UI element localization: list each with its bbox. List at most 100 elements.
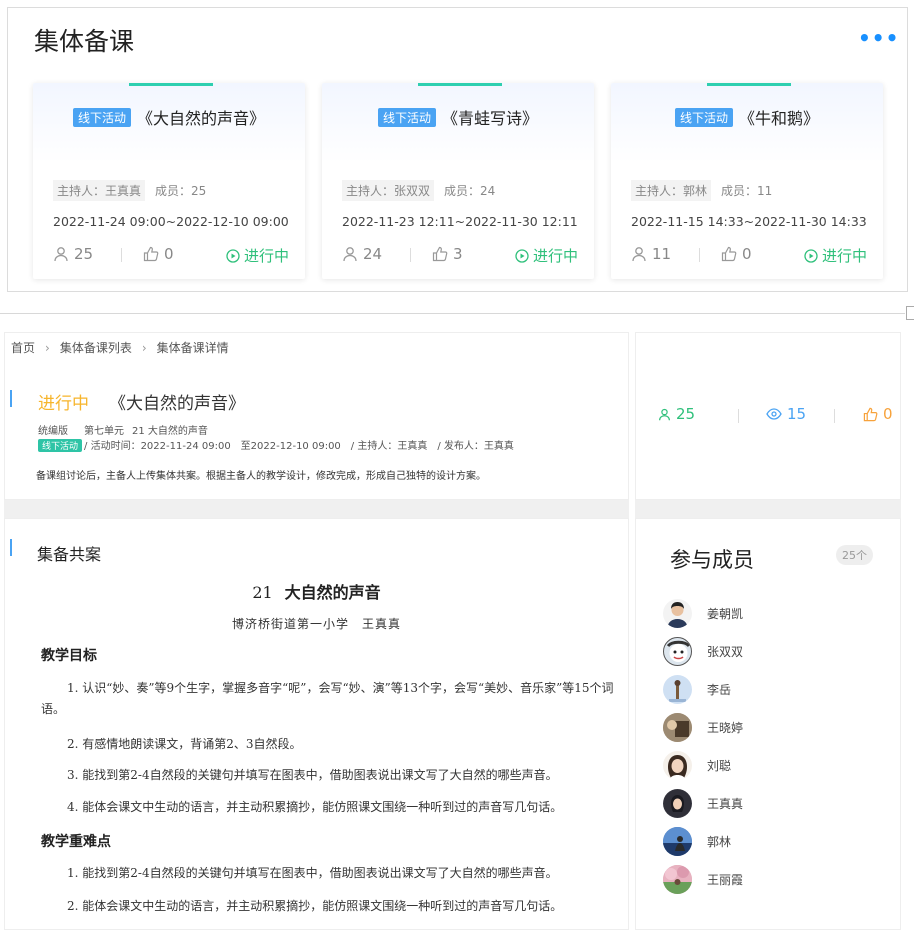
breadcrumb-list[interactable]: 集体备课列表 bbox=[60, 341, 132, 355]
lesson-detail-panel: 首页 › 集体备课列表 › 集体备课详情 进行中 《大自然的声音》 统编版 第七单元 21 大… bbox=[4, 332, 629, 500]
host-chip: 主持人：王真真 bbox=[53, 180, 146, 201]
key-points-heading: 教学重难点 bbox=[41, 834, 111, 850]
member-item[interactable]: 王丽霞 bbox=[663, 865, 743, 894]
member-item[interactable]: 李岳 bbox=[663, 675, 731, 704]
member-item[interactable]: 刘聪 bbox=[663, 751, 731, 780]
likes-stat[interactable]: 0 bbox=[143, 245, 174, 263]
person-icon bbox=[54, 247, 68, 262]
members-chip: 成员：24 bbox=[444, 184, 496, 198]
participants-stat: 25 bbox=[658, 405, 695, 423]
divider bbox=[121, 248, 122, 262]
members-count-badge: 25个 bbox=[836, 545, 873, 565]
avatar bbox=[663, 827, 692, 856]
card-meta: 主持人：郭林 成员：11 bbox=[631, 180, 772, 201]
likes-count: 0 bbox=[164, 245, 174, 263]
lesson-card[interactable]: 线下活动 《大自然的声音》 主持人：王真真 成员：25 2022-11-24 09:… bbox=[33, 83, 305, 279]
detail-title-text: 《大自然的声音》 bbox=[109, 394, 245, 414]
divider bbox=[699, 248, 700, 262]
paragraph: 4. 能体会课文中生动的语言，并主动积累摘抄，能仿照课文围绕一种听到过的声音写几… bbox=[67, 800, 563, 814]
members-chip: 成员：11 bbox=[721, 184, 773, 198]
card-title-text: 《牛和鹅》 bbox=[739, 109, 820, 128]
card-title: 线下活动 《牛和鹅》 bbox=[611, 105, 883, 129]
unit: 第七单元 bbox=[84, 426, 124, 437]
views-count: 15 bbox=[787, 405, 807, 423]
breadcrumb-home[interactable]: 首页 bbox=[11, 341, 35, 355]
play-circle-icon bbox=[804, 248, 818, 263]
member-name: 姜朝凯 bbox=[707, 607, 744, 621]
participants-count: 24 bbox=[363, 245, 383, 263]
chevron-right-icon: › bbox=[45, 341, 50, 355]
panel-title: 集体备课 bbox=[34, 27, 135, 56]
status-running: 进行中 bbox=[226, 245, 289, 266]
paragraph: 1. 能找到第2-4自然段的关键句并填写在图表中，借助图表说出课文写了大自然的哪… bbox=[67, 866, 558, 880]
likes-stat[interactable]: 0 bbox=[863, 405, 893, 423]
breadcrumb-current: 集体备课详情 bbox=[156, 341, 229, 355]
offline-tag: 线下活动 bbox=[377, 108, 436, 127]
section-divider bbox=[0, 313, 905, 314]
document-title: 21 大自然的声音 bbox=[5, 579, 628, 603]
card-stats: 24 3 进行中 bbox=[342, 245, 578, 267]
lesson-plan-panel: 集备共案 21 大自然的声音 博济桥街道第一小学 王真真 教学目标 1. 认识“妙… bbox=[4, 518, 629, 930]
member-item[interactable]: 王晓婷 bbox=[663, 713, 743, 742]
avatar bbox=[663, 599, 692, 628]
card-meta: 主持人：王真真 成员：25 bbox=[53, 180, 206, 201]
member-name: 王晓婷 bbox=[707, 721, 744, 735]
detail-subtitle: 统编版 第七单元 21 大自然的声音 bbox=[38, 422, 208, 437]
member-name: 王丽霞 bbox=[707, 873, 744, 887]
status-text: 进行中 bbox=[532, 247, 578, 265]
activity-info: / 活动时间：2022-11-24 09:00 至2022-12-10 09:0… bbox=[84, 441, 514, 452]
members-chip: 成员：25 bbox=[155, 184, 207, 198]
likes-stat[interactable]: 0 bbox=[721, 245, 752, 263]
section-title: 集备共案 bbox=[37, 545, 102, 564]
member-name: 李岳 bbox=[707, 683, 732, 697]
play-circle-icon bbox=[515, 248, 529, 263]
member-item[interactable]: 张双双 bbox=[663, 637, 743, 666]
host-chip: 主持人：张双双 bbox=[342, 180, 435, 201]
host-chip: 主持人：郭林 bbox=[631, 180, 712, 201]
member-item[interactable]: 王真真 bbox=[663, 789, 743, 818]
collective-lesson-panel: 集体备课 ••• 线下活动 《大自然的声音》 主持人：王真真 成员：25 2022-… bbox=[7, 7, 908, 292]
card-title: 线下活动 《青蛙写诗》 bbox=[322, 105, 594, 129]
card-stats: 25 0 进行中 bbox=[53, 245, 289, 267]
detail-status: 进行中 bbox=[38, 394, 89, 414]
participants-stat: 24 bbox=[342, 245, 382, 263]
avatar bbox=[663, 751, 692, 780]
spacer bbox=[635, 500, 901, 518]
member-item[interactable]: 郭林 bbox=[663, 827, 731, 856]
eye-icon bbox=[766, 408, 782, 420]
offline-tag: 线下活动 bbox=[72, 108, 131, 127]
lesson-card[interactable]: 线下活动 《青蛙写诗》 主持人：张双双 成员：24 2022-11-23 12:11… bbox=[322, 83, 594, 279]
more-icon[interactable]: ••• bbox=[858, 26, 899, 50]
member-item[interactable]: 姜朝凯 bbox=[663, 599, 743, 628]
person-icon bbox=[632, 247, 646, 262]
title-accent-bar bbox=[10, 390, 12, 407]
stats-panel: 25 15 0 bbox=[635, 332, 901, 500]
card-time: 2022-11-15 14:33~2022-11-30 14:33 bbox=[631, 214, 867, 229]
detail-info: 线下活动 / 活动时间：2022-11-24 09:00 至2022-12-10 … bbox=[38, 437, 514, 452]
lesson-card[interactable]: 线下活动 《牛和鹅》 主持人：郭林 成员：11 2022-11-15 14:33~2… bbox=[611, 83, 883, 279]
divider-bracket bbox=[906, 306, 914, 320]
status-running: 进行中 bbox=[515, 245, 578, 266]
card-stats: 11 0 进行中 bbox=[631, 245, 867, 267]
divider bbox=[738, 409, 739, 423]
member-name: 王真真 bbox=[707, 797, 744, 811]
member-name: 郭林 bbox=[707, 835, 732, 849]
participants-stat: 11 bbox=[631, 245, 671, 263]
members-title: 参与成员 bbox=[670, 548, 754, 572]
card-meta: 主持人：张双双 成员：24 bbox=[342, 180, 495, 201]
document-author: 博济桥街道第一小学 王真真 bbox=[231, 617, 401, 631]
card-accent-bar bbox=[707, 83, 791, 86]
chevron-right-icon: › bbox=[141, 341, 147, 355]
section-accent-bar bbox=[10, 539, 12, 556]
avatar bbox=[663, 637, 692, 666]
member-name: 张双双 bbox=[707, 645, 744, 659]
stats-row: 25 15 0 bbox=[658, 405, 893, 425]
member-name: 刘聪 bbox=[707, 759, 732, 773]
card-title-text: 《大自然的声音》 bbox=[137, 109, 266, 128]
card-accent-bar bbox=[129, 83, 213, 86]
thumb-up-icon bbox=[721, 246, 737, 262]
avatar bbox=[663, 675, 692, 704]
paragraph: 3. 能找到第2-4自然段的关键句并填写在图表中，借助图表说出课文写了大自然的哪… bbox=[67, 768, 558, 782]
likes-stat[interactable]: 3 bbox=[432, 245, 463, 263]
lesson-title: 大自然的声音 bbox=[284, 583, 381, 602]
